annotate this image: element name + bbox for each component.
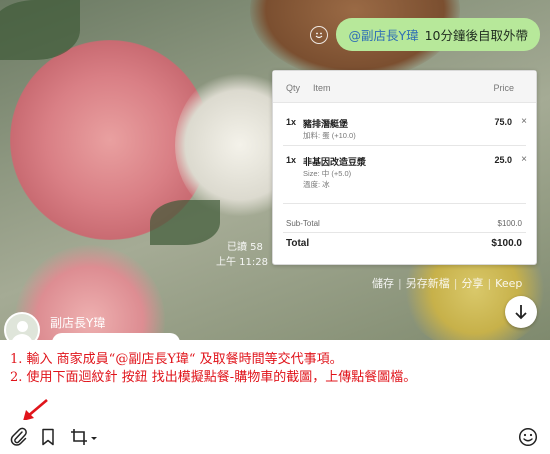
wallpaper-leaf	[150, 200, 220, 245]
emoji-icon	[518, 427, 538, 447]
mention-tag[interactable]: @副店長Y瑋	[348, 28, 418, 43]
sent-message-bubble[interactable]: @副店長Y瑋 10分鐘後自取外帶	[336, 18, 540, 51]
sender-name: 副店長Y瑋	[50, 316, 106, 330]
header-item: Item	[313, 83, 331, 93]
order-screenshot-image[interactable]: Qty Item Price 1x 豬排潛艇堡 75.0 × 加料: 蛋 (+1…	[272, 70, 537, 265]
action-separator: |	[487, 277, 492, 290]
smile-icon[interactable]	[310, 25, 329, 44]
item-modifier: Size: 中 (+5.0)	[303, 169, 352, 178]
read-status: 已讀 58	[227, 242, 263, 253]
avatar-body	[11, 334, 33, 340]
item-price: 25.0	[494, 155, 512, 165]
keep-button[interactable]	[37, 426, 59, 448]
keep-link[interactable]: Keep	[495, 277, 522, 290]
crop-icon	[71, 429, 97, 445]
divider	[283, 145, 526, 146]
image-actions: 儲存 | 另存新檔 | 分享 | Keep	[372, 275, 522, 291]
avatar-head	[17, 321, 28, 332]
item-modifier: 溫度: 冰	[303, 180, 330, 189]
chat-area[interactable]: @副店長Y瑋 10分鐘後自取外帶 Qty Item Price 1x 豬排潛艇堡 …	[0, 0, 550, 340]
item-qty: 1x	[286, 117, 297, 127]
item-modifier: 加料: 蛋 (+10.0)	[303, 131, 356, 140]
remove-item-icon: ×	[521, 116, 527, 127]
chat-window: @副店長Y瑋 10分鐘後自取外帶 Qty Item Price 1x 豬排潛艇堡 …	[0, 0, 550, 454]
instructions: 1. 輸入 商家成員“@副店長Y瑋“ 及取餐時間等交代事項。 2. 使用下面迴紋…	[10, 351, 416, 387]
avatar[interactable]	[4, 312, 40, 340]
attach-button[interactable]	[8, 426, 30, 448]
subtotal-value: $100.0	[497, 219, 522, 228]
divider	[283, 203, 526, 204]
remove-item-icon: ×	[521, 154, 527, 165]
item-name: 豬排潛艇堡	[303, 119, 349, 129]
bookmark-icon	[42, 428, 54, 446]
subtotal-label: Sub-Total	[286, 219, 320, 228]
emoji-button[interactable]	[517, 426, 539, 448]
header-price: Price	[493, 83, 514, 93]
share-link[interactable]: 分享	[461, 277, 483, 290]
divider	[283, 232, 526, 233]
item-name: 非基因改造豆漿	[303, 157, 367, 167]
message-time: 上午 11:28	[216, 257, 268, 268]
message-text: 10分鐘後自取外帶	[424, 28, 528, 43]
order-table-header: Qty Item Price	[273, 71, 536, 103]
action-separator: |	[453, 277, 458, 290]
save-as-link[interactable]: 另存新檔	[406, 277, 450, 290]
instruction-line: 1. 輸入 商家成員“@副店長Y瑋“ 及取餐時間等交代事項。	[10, 352, 343, 367]
arrow-down-icon	[515, 305, 527, 320]
action-separator: |	[398, 277, 402, 290]
item-qty: 1x	[286, 155, 297, 165]
sent-message-row: @副店長Y瑋 10分鐘後自取外帶	[310, 18, 540, 51]
item-price: 75.0	[494, 117, 512, 127]
total-label: Total	[286, 238, 310, 249]
total-value: $100.0	[491, 238, 522, 249]
paperclip-icon	[10, 427, 27, 446]
input-toolbar	[0, 420, 550, 454]
received-message-bubble[interactable]	[52, 333, 180, 340]
instruction-line: 2. 使用下面迴紋針 按鈕 找出模擬點餐-購物車的截圖，上傳點餐圖檔。	[10, 370, 417, 385]
screenshot-button[interactable]	[68, 426, 100, 448]
total-row: Total $100.0	[286, 238, 522, 249]
scroll-down-button[interactable]	[505, 296, 537, 328]
subtotal-row: Sub-Total $100.0	[286, 219, 522, 228]
header-qty: Qty	[286, 83, 301, 93]
save-link[interactable]: 儲存	[372, 277, 394, 290]
